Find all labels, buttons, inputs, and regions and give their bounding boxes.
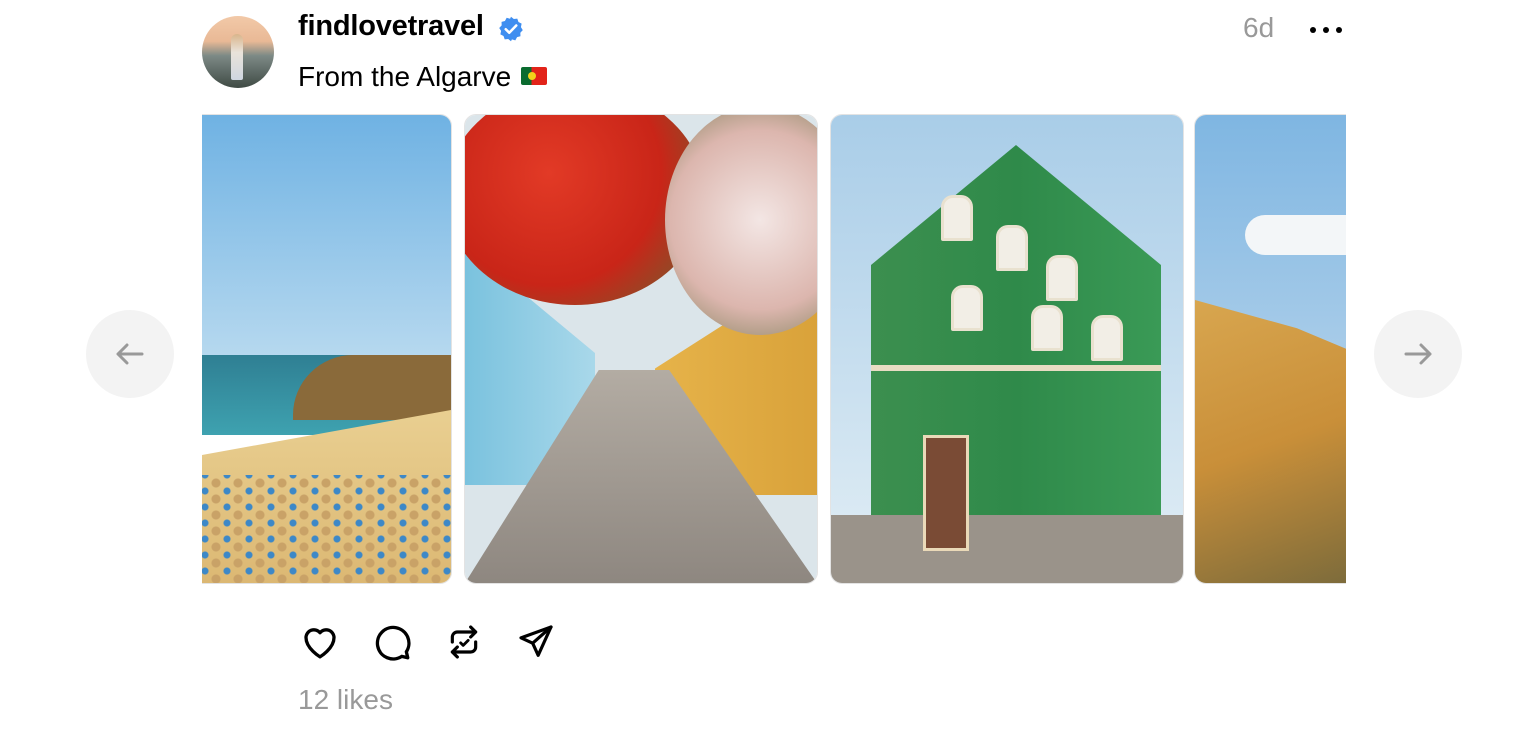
arrow-left-icon (116, 343, 144, 365)
arrow-right-icon (1404, 343, 1432, 365)
post-caption: From the Algarve (298, 61, 548, 93)
more-options-icon[interactable] (1310, 17, 1342, 43)
portugal-flag-icon (521, 66, 548, 85)
like-button[interactable] (298, 620, 342, 664)
heart-icon (304, 628, 336, 659)
repost-button[interactable] (442, 620, 486, 664)
avatar[interactable] (202, 16, 274, 88)
carousel-prev-button[interactable] (86, 310, 174, 398)
carousel-next-button[interactable] (1374, 310, 1462, 398)
carousel-image-cliffs[interactable] (1194, 114, 1346, 584)
carousel-image-green-building[interactable] (830, 114, 1184, 584)
send-icon (519, 625, 553, 657)
verified-badge-icon (499, 16, 523, 42)
caption-text: From the Algarve (298, 61, 512, 92)
comment-icon (375, 625, 411, 661)
username[interactable]: findlovetravel (298, 10, 484, 43)
image-carousel[interactable] (202, 114, 1346, 584)
carousel-image-street[interactable] (464, 114, 818, 584)
carousel-image-beach[interactable] (202, 114, 452, 584)
post-timestamp: 6d (1243, 12, 1275, 43)
share-button[interactable] (514, 620, 558, 664)
repost-icon (450, 625, 478, 659)
likes-count[interactable]: 12 likes (298, 684, 393, 716)
comment-button[interactable] (370, 620, 414, 664)
